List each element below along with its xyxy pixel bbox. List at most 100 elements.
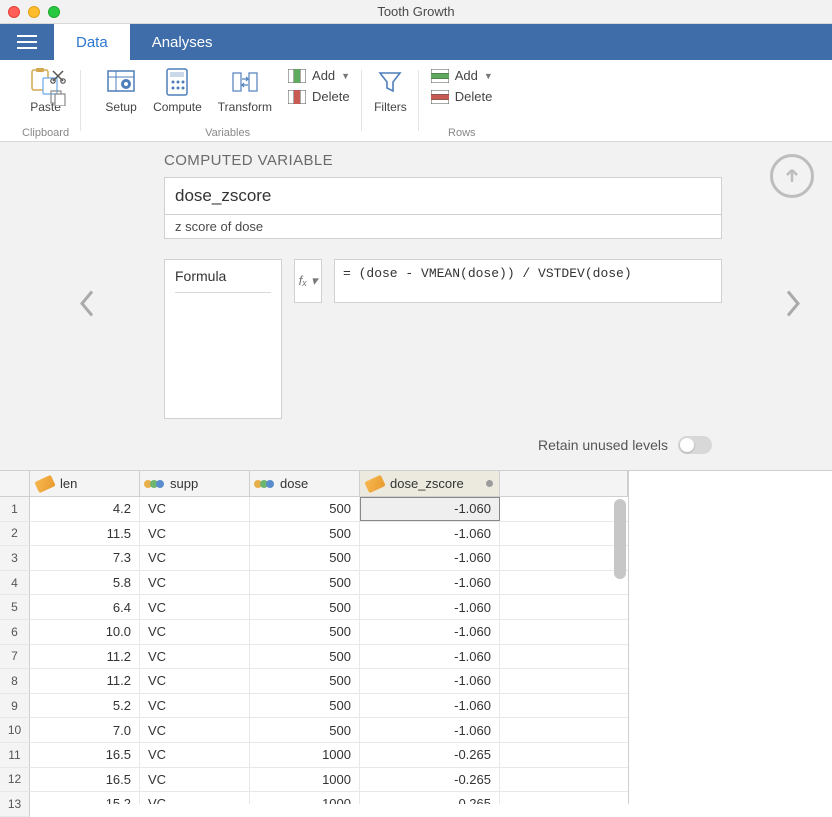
cell[interactable]: VC: [140, 743, 250, 767]
cell[interactable]: VC: [140, 522, 250, 546]
cell[interactable]: 500: [250, 718, 360, 742]
cell[interactable]: -1.060: [360, 522, 500, 546]
cut-icon[interactable]: [50, 68, 66, 89]
cell[interactable]: -0.265: [360, 792, 500, 804]
formula-selector[interactable]: Formula: [164, 259, 282, 419]
table-row: 16.5VC1000-0.265: [30, 743, 628, 768]
editor-heading: COMPUTED VARIABLE: [164, 152, 722, 169]
row-header[interactable]: 5: [0, 595, 30, 620]
toggle-switch[interactable]: [678, 436, 712, 454]
filters-button[interactable]: Filters: [374, 64, 407, 114]
setup-button[interactable]: Setup: [105, 64, 137, 114]
row-header[interactable]: 13: [0, 792, 30, 817]
row-header[interactable]: 10: [0, 718, 30, 743]
cell[interactable]: VC: [140, 694, 250, 718]
delete-row-button[interactable]: Delete: [431, 89, 493, 104]
cell[interactable]: 500: [250, 694, 360, 718]
delete-variable-button[interactable]: Delete: [288, 89, 350, 104]
cell[interactable]: VC: [140, 595, 250, 619]
vertical-scrollbar[interactable]: [614, 499, 626, 579]
column-header-dose_zscore[interactable]: dose_zscore: [360, 471, 500, 496]
menu-button[interactable]: [0, 24, 54, 60]
row-header[interactable]: 8: [0, 669, 30, 694]
row-header[interactable]: 4: [0, 571, 30, 596]
column-header-supp[interactable]: supp: [140, 471, 250, 496]
cell[interactable]: VC: [140, 571, 250, 595]
cell[interactable]: 16.5: [30, 743, 140, 767]
compute-button[interactable]: Compute: [153, 64, 202, 114]
tab-data[interactable]: Data: [54, 24, 130, 60]
row-header[interactable]: 6: [0, 620, 30, 645]
cell[interactable]: VC: [140, 497, 250, 521]
cell[interactable]: 500: [250, 595, 360, 619]
cell[interactable]: VC: [140, 669, 250, 693]
titlebar: Tooth Growth: [0, 0, 832, 24]
cell[interactable]: 1000: [250, 768, 360, 792]
row-header[interactable]: 2: [0, 522, 30, 547]
cell[interactable]: -1.060: [360, 718, 500, 742]
cell[interactable]: 16.5: [30, 768, 140, 792]
cell[interactable]: -1.060: [360, 497, 500, 521]
transform-button[interactable]: Transform: [218, 64, 272, 114]
row-header[interactable]: 11: [0, 743, 30, 768]
collapse-editor-button[interactable]: [770, 154, 814, 198]
cell[interactable]: -1.060: [360, 669, 500, 693]
cell[interactable]: -1.060: [360, 645, 500, 669]
cell[interactable]: 11.5: [30, 522, 140, 546]
cell[interactable]: 500: [250, 669, 360, 693]
cell[interactable]: 500: [250, 546, 360, 570]
table-row: 7.3VC500-1.060: [30, 546, 628, 571]
add-variable-button[interactable]: Add▼: [288, 68, 350, 83]
cell[interactable]: 500: [250, 645, 360, 669]
row-header[interactable]: 9: [0, 694, 30, 719]
cell[interactable]: 10.0: [30, 620, 140, 644]
variable-desc-input[interactable]: z score of dose: [164, 215, 722, 239]
formula-expression-input[interactable]: = (dose - VMEAN(dose)) / VSTDEV(dose): [334, 259, 722, 303]
cell[interactable]: 6.4: [30, 595, 140, 619]
copy-icon[interactable]: [50, 90, 66, 111]
cell[interactable]: 15.2: [30, 792, 140, 804]
add-row-icon: [431, 69, 449, 83]
cell[interactable]: 500: [250, 522, 360, 546]
cell[interactable]: -1.060: [360, 546, 500, 570]
cell[interactable]: -1.060: [360, 571, 500, 595]
cell[interactable]: 500: [250, 620, 360, 644]
cell[interactable]: VC: [140, 620, 250, 644]
cell[interactable]: 5.2: [30, 694, 140, 718]
cell[interactable]: 11.2: [30, 645, 140, 669]
cell[interactable]: 5.8: [30, 571, 140, 595]
row-header[interactable]: 12: [0, 768, 30, 793]
cell[interactable]: 7.0: [30, 718, 140, 742]
cell[interactable]: VC: [140, 546, 250, 570]
corner-cell: [0, 471, 30, 497]
cell[interactable]: VC: [140, 645, 250, 669]
cell[interactable]: VC: [140, 768, 250, 792]
cell[interactable]: -1.060: [360, 694, 500, 718]
cell[interactable]: 11.2: [30, 669, 140, 693]
cell[interactable]: VC: [140, 718, 250, 742]
next-variable-button[interactable]: [784, 290, 802, 323]
paste-button[interactable]: Paste: [30, 64, 62, 114]
row-header[interactable]: 1: [0, 497, 30, 522]
prev-variable-button[interactable]: [78, 290, 96, 323]
tab-analyses[interactable]: Analyses: [130, 24, 235, 60]
cell[interactable]: 500: [250, 571, 360, 595]
retain-levels-toggle[interactable]: Retain unused levels: [538, 436, 712, 454]
cell[interactable]: 1000: [250, 792, 360, 804]
cell[interactable]: 1000: [250, 743, 360, 767]
add-row-button[interactable]: Add▼: [431, 68, 493, 83]
cell[interactable]: VC: [140, 792, 250, 804]
cell[interactable]: 4.2: [30, 497, 140, 521]
variable-name-input[interactable]: dose_zscore: [164, 177, 722, 215]
column-header-dose[interactable]: dose: [250, 471, 360, 496]
cell[interactable]: -1.060: [360, 595, 500, 619]
cell[interactable]: -1.060: [360, 620, 500, 644]
column-header-len[interactable]: len: [30, 471, 140, 496]
row-header[interactable]: 7: [0, 645, 30, 670]
fx-button[interactable]: fₓ ▾: [294, 259, 322, 303]
row-header[interactable]: 3: [0, 546, 30, 571]
cell[interactable]: 7.3: [30, 546, 140, 570]
cell[interactable]: -0.265: [360, 743, 500, 767]
cell[interactable]: -0.265: [360, 768, 500, 792]
cell[interactable]: 500: [250, 497, 360, 521]
